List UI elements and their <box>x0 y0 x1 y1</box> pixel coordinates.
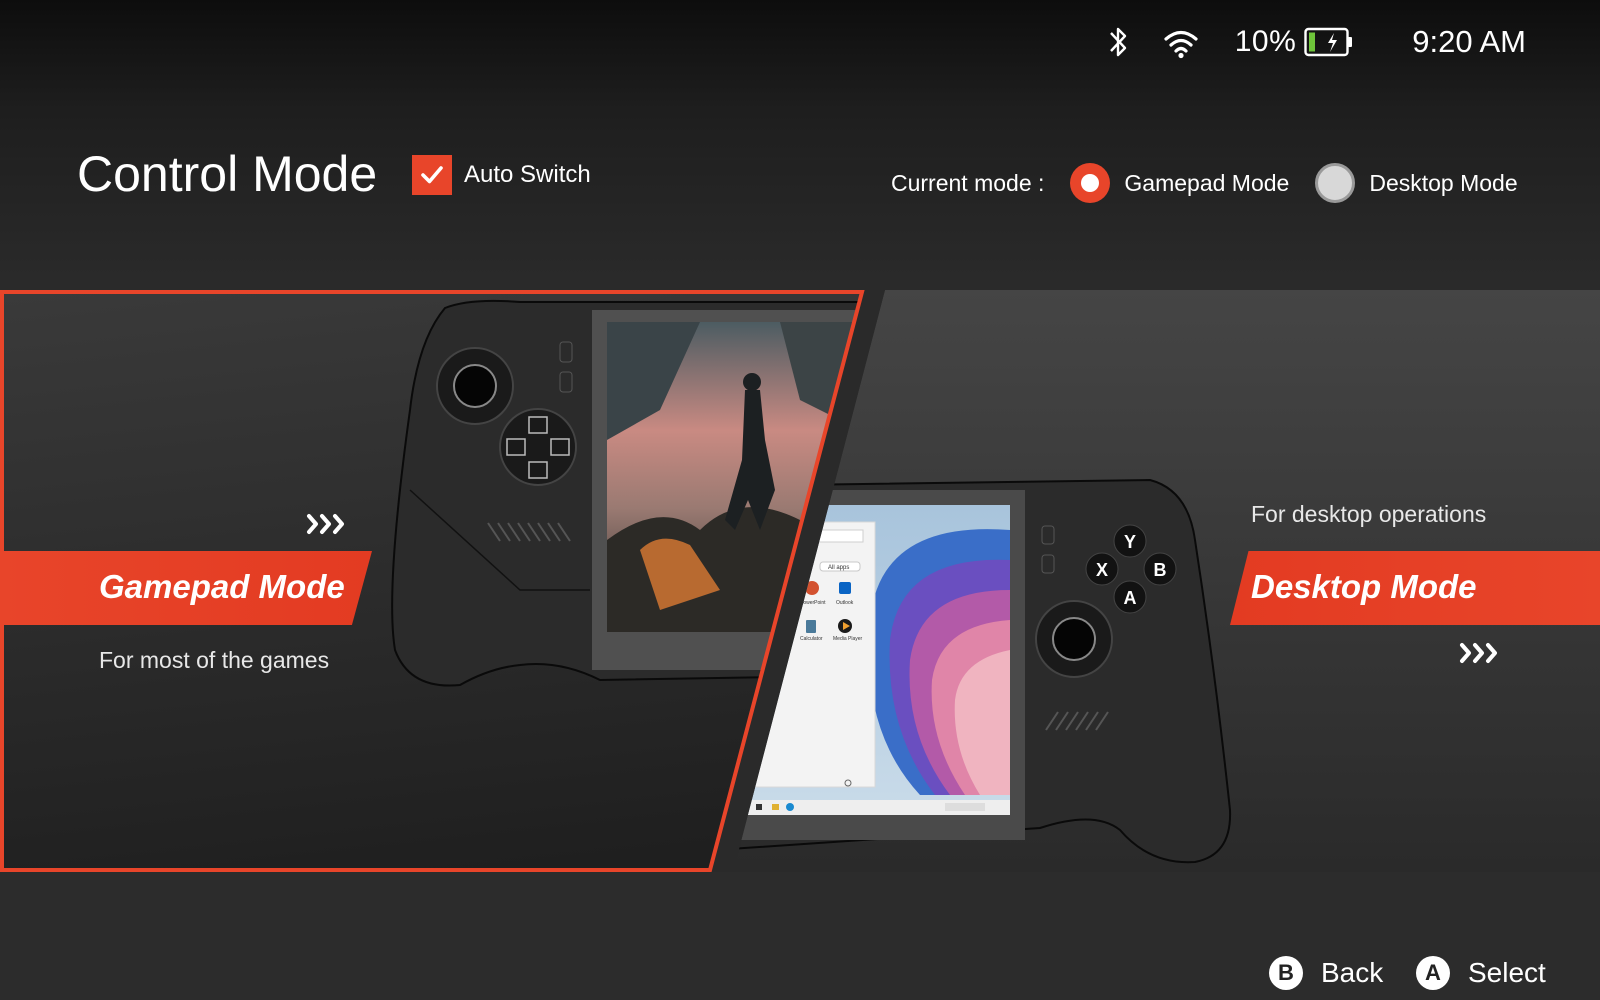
app-label: Outlook <box>836 600 854 606</box>
back-hint[interactable]: B Back <box>1269 956 1383 990</box>
clock: 9:20 AM <box>1412 24 1526 59</box>
radio-label: Gamepad Mode <box>1124 169 1290 196</box>
a-button-label: A <box>1124 588 1137 608</box>
b-button-icon: B <box>1269 956 1303 990</box>
radio-selected-icon <box>1070 163 1111 203</box>
battery-percent: 10% <box>1234 25 1297 58</box>
desktop-mode-description: For desktop operations <box>1251 501 1487 527</box>
b-button-label: B <box>1154 560 1167 580</box>
app-label: Calculator <box>800 636 823 642</box>
gamepad-mode-description: For most of the games <box>99 647 330 673</box>
auto-switch-label: Auto Switch <box>464 161 591 188</box>
select-hint[interactable]: A Select <box>1416 956 1546 990</box>
current-mode-group: Current mode : Gamepad Mode Desktop Mode <box>891 163 1518 203</box>
battery-charging-icon <box>1304 27 1353 57</box>
page-title: Control Mode <box>77 146 378 202</box>
current-mode-label: Current mode : <box>891 169 1045 196</box>
y-button-label: Y <box>1124 532 1136 552</box>
dpad-icon <box>499 408 577 486</box>
auto-switch-checkbox[interactable]: Auto Switch <box>412 155 591 195</box>
radio-gamepad-mode[interactable]: Gamepad Mode <box>1070 163 1289 203</box>
back-label: Back <box>1321 957 1384 988</box>
app-label: Media Player <box>833 636 863 642</box>
radio-label: Desktop Mode <box>1369 169 1518 196</box>
bluetooth-icon <box>1109 27 1126 57</box>
start-menu-header: All apps <box>828 565 849 571</box>
checkbox-checked-icon <box>412 155 452 195</box>
radio-desktop-mode[interactable]: Desktop Mode <box>1315 163 1518 203</box>
status-bar: 10% 9:20 AM <box>1103 22 1526 62</box>
chevrons-right-icon <box>307 514 344 534</box>
x-button-label: X <box>1096 560 1108 580</box>
radio-unselected-icon <box>1315 163 1356 203</box>
wifi-icon <box>1164 30 1198 59</box>
gamepad-mode-title: Gamepad Mode <box>99 568 345 605</box>
a-button-icon: A <box>1416 956 1450 990</box>
chevrons-right-icon <box>1460 643 1497 663</box>
select-label: Select <box>1468 957 1546 988</box>
desktop-mode-title: Desktop Mode <box>1251 568 1477 605</box>
app-label: PowerPoint <box>800 600 826 606</box>
